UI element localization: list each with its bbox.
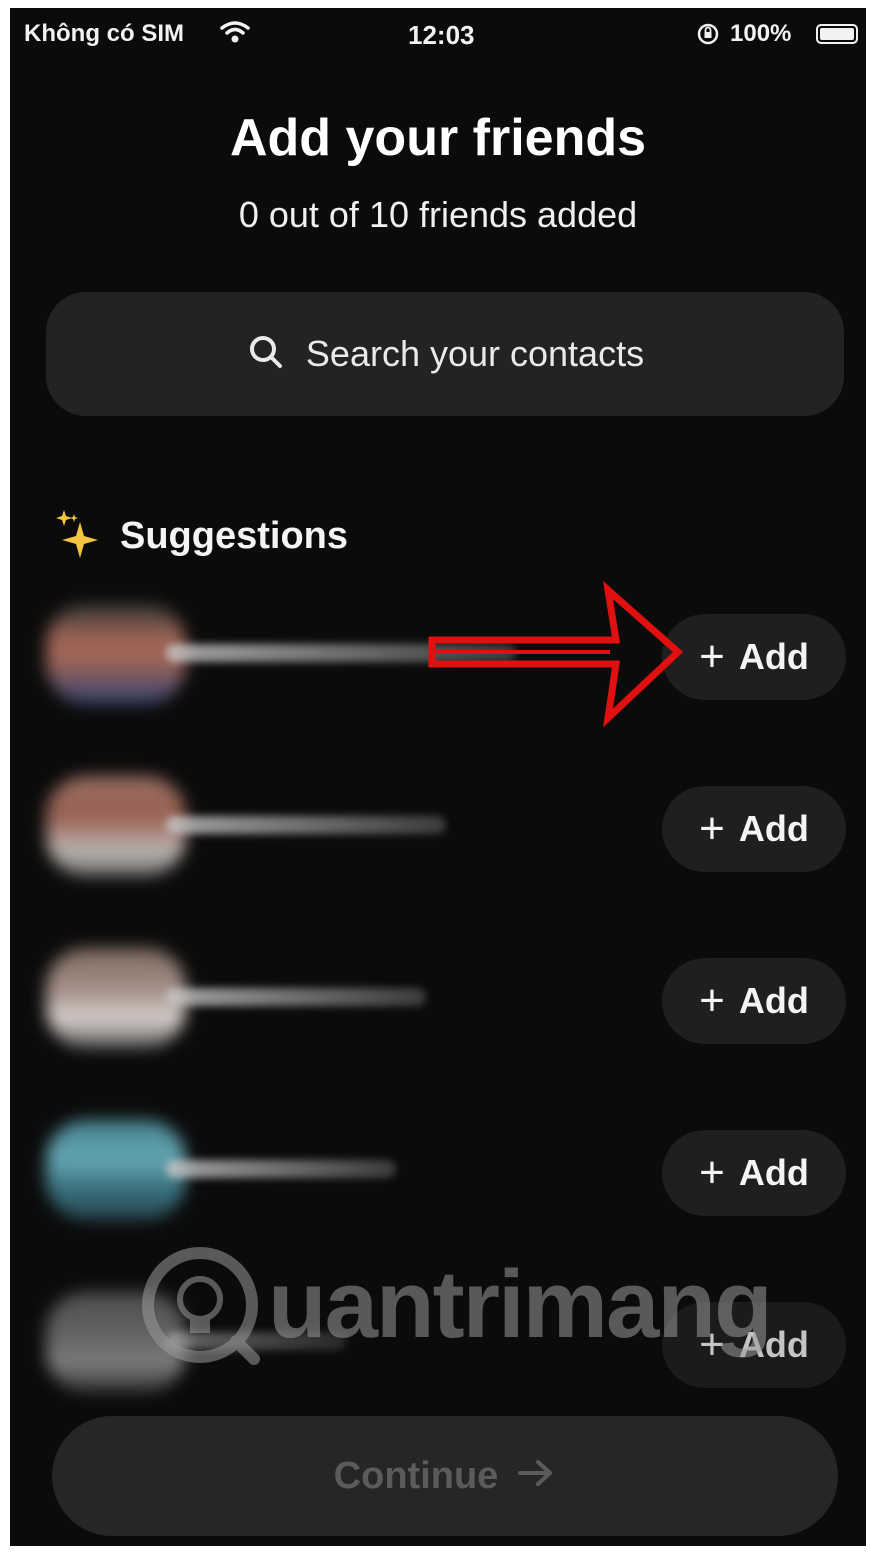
orientation-lock-icon: [696, 22, 720, 53]
add-button-label: Add: [738, 808, 809, 849]
avatar: [46, 1120, 186, 1220]
battery-icon: [816, 24, 858, 44]
plus-icon: +: [699, 804, 725, 853]
app-screen: Không có SIM 12:03 100% Add your friends…: [10, 8, 866, 1546]
avatar: [46, 776, 186, 876]
add-button-label: Add: [738, 1152, 809, 1193]
lightbulb-logo-icon: [142, 1247, 260, 1365]
status-time: 12:03: [408, 20, 475, 50]
arrow-right-icon: [516, 1455, 556, 1498]
search-contacts-field[interactable]: Search your contacts: [46, 292, 844, 416]
carrier-label: Không có SIM: [24, 20, 184, 47]
status-bar: Không có SIM 12:03 100%: [10, 8, 866, 60]
add-button-label: Add: [738, 636, 809, 677]
friends-added-counter: 0 out of 10 friends added: [238, 194, 638, 235]
suggestion-row: + Add: [46, 948, 846, 1048]
add-button-label: Add: [738, 980, 809, 1021]
contact-name-blurred: [166, 644, 516, 662]
continue-label: Continue: [333, 1454, 499, 1497]
add-friend-button[interactable]: + Add: [662, 1130, 846, 1216]
plus-icon: +: [699, 1148, 725, 1197]
watermark-text: uantrimang: [268, 1251, 773, 1358]
avatar: [46, 604, 186, 704]
add-friend-button[interactable]: + Add: [662, 786, 846, 872]
suggestion-row: + Add: [46, 776, 846, 876]
contact-name-blurred: [166, 988, 426, 1006]
watermark: uantrimang: [140, 1240, 780, 1370]
battery-percent: 100%: [730, 20, 792, 47]
continue-button[interactable]: Continue: [52, 1416, 838, 1536]
sparkles-icon: [54, 508, 100, 565]
avatar: [46, 948, 186, 1048]
add-friend-button[interactable]: + Add: [662, 958, 846, 1044]
search-placeholder: Search your contacts: [305, 333, 645, 374]
contact-name-blurred: [166, 816, 446, 834]
plus-icon: +: [699, 976, 725, 1025]
wifi-icon: [220, 20, 250, 51]
suggestion-row: + Add: [46, 604, 846, 704]
add-friend-button[interactable]: + Add: [662, 614, 846, 700]
suggestion-row: + Add: [46, 1120, 846, 1220]
contact-name-blurred: [166, 1160, 396, 1178]
search-icon: [246, 332, 286, 377]
suggestions-header: Suggestions: [54, 508, 348, 565]
page-title: Add your friends: [229, 109, 647, 167]
suggestions-label: Suggestions: [120, 515, 349, 557]
plus-icon: +: [699, 632, 725, 681]
